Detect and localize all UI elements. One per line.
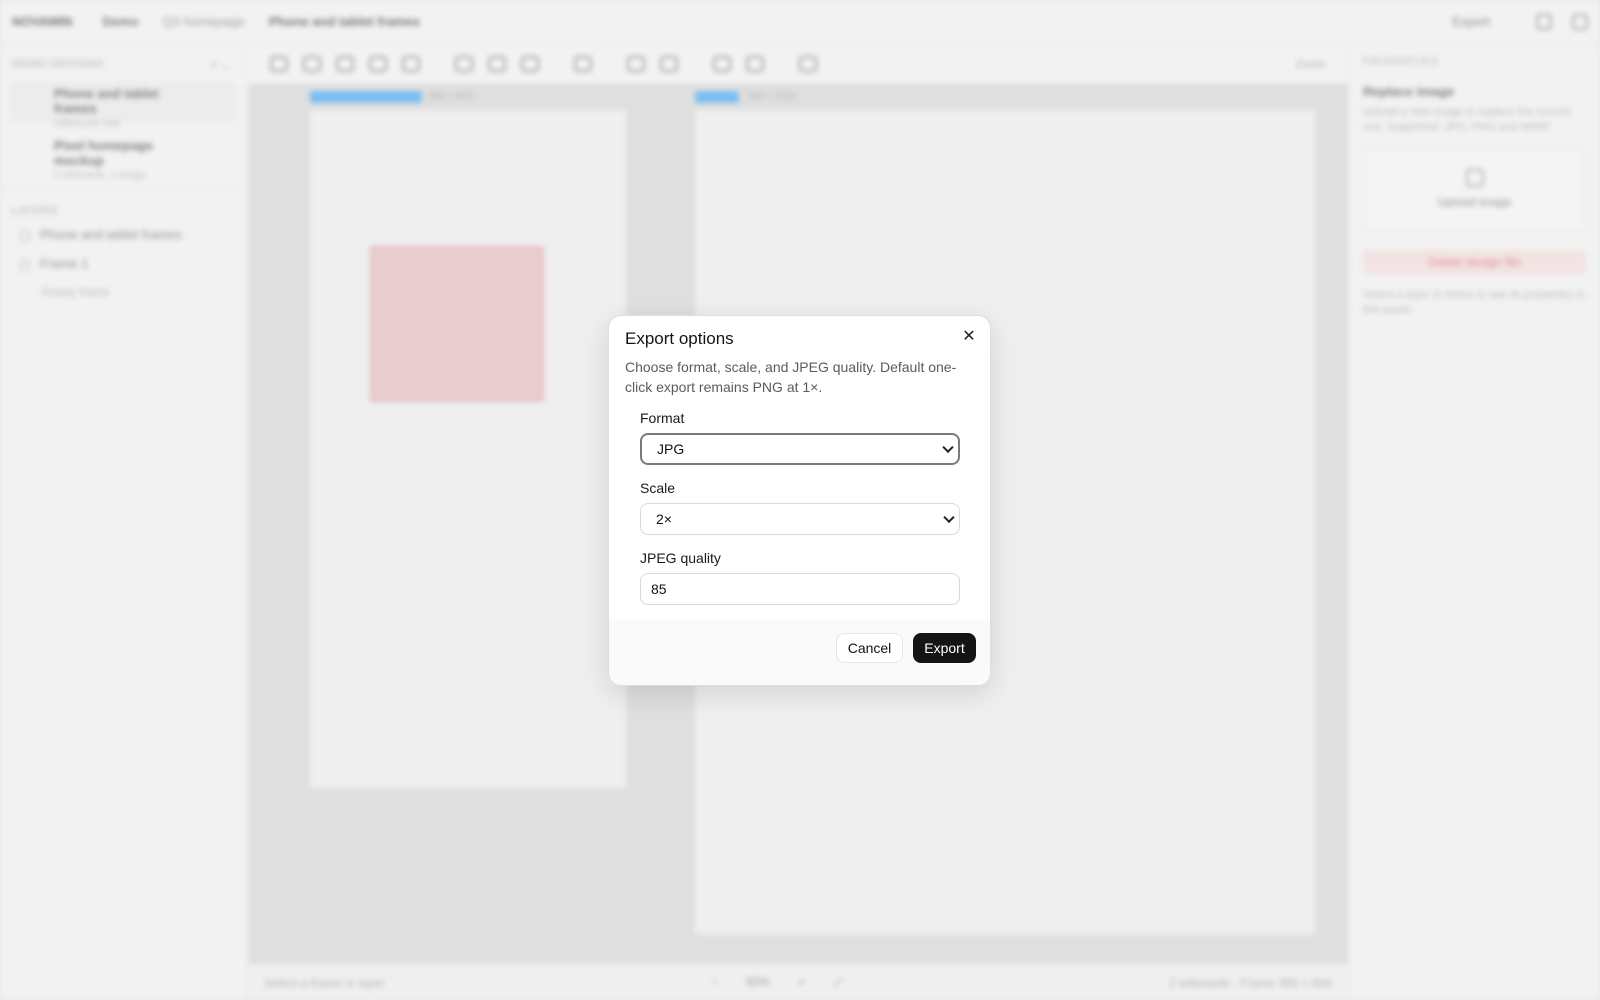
chevron-down-icon <box>942 441 954 454</box>
export-button[interactable]: Export <box>913 633 976 663</box>
jpeg-quality-value: 85 <box>651 581 667 597</box>
cancel-button[interactable]: Cancel <box>836 633 903 663</box>
jpeg-quality-label: JPEG quality <box>640 550 721 566</box>
jpeg-quality-input[interactable]: 85 <box>640 573 960 605</box>
dialog-title: Export options <box>625 329 734 348</box>
format-label: Format <box>640 410 685 426</box>
scale-value: 2× <box>656 511 672 527</box>
dialog-footer: Cancel Export <box>609 620 990 685</box>
format-select[interactable]: JPG <box>640 433 960 465</box>
close-icon[interactable]: ✕ <box>960 328 978 346</box>
scale-label: Scale <box>640 480 676 496</box>
scale-select[interactable]: 2× <box>640 503 960 535</box>
export-options-dialog: Export options ✕ Choose format, scale, a… <box>608 315 991 686</box>
chevron-down-icon <box>943 511 955 524</box>
format-value: JPG <box>657 441 685 457</box>
dialog-description: Choose format, scale, and JPEG quality. … <box>625 359 957 395</box>
